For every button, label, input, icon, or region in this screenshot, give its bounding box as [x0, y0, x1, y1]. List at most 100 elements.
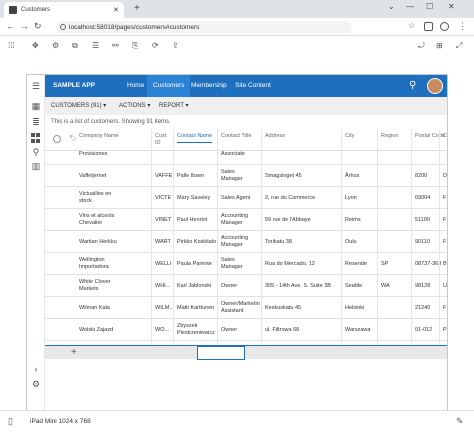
table-cell[interactable]: White Clover Markets — [79, 279, 110, 292]
table-row[interactable]: White Clover Markets WHI... Karl Jablonski O… — [45, 275, 447, 297]
screenshot-icon[interactable]: ⊞ — [436, 41, 443, 50]
table-cell[interactable]: Accounting Manager — [221, 213, 248, 226]
search-icon[interactable]: ⚲ — [409, 80, 416, 91]
move-icon[interactable]: ✥ — [32, 41, 39, 50]
left-arrow-icon[interactable]: ‹ — [31, 364, 41, 374]
table-cell[interactable]: Resende — [345, 261, 367, 268]
url-input[interactable]: localhost:58018/pages/customers#customer… — [56, 21, 352, 33]
app-brand[interactable]: SAMPLE APP — [53, 82, 95, 89]
copy-icon[interactable]: ⎘ — [132, 41, 138, 51]
table-row[interactable]: Wilman Kala WILM... Matti Karttunen Owner/M… — [45, 297, 447, 319]
hamburger-menu-icon[interactable]: ☰ — [31, 81, 41, 91]
table-cell[interactable]: 21240 — [415, 305, 430, 312]
table-cell[interactable]: Provisiones — [79, 151, 107, 158]
new-tab-icon[interactable]: + — [134, 3, 140, 14]
list-view-icon[interactable]: ≣ — [31, 117, 41, 127]
star-icon[interactable]: ☆ — [408, 21, 415, 30]
table-cell[interactable]: Seattle — [345, 283, 362, 290]
map-pin-icon[interactable]: ⚲ — [31, 147, 41, 157]
column-header[interactable]: Contact Title — [221, 133, 252, 140]
table-cell[interactable]: 90110 — [415, 239, 430, 246]
table-cell[interactable]: Palle Ibsen — [177, 173, 204, 180]
column-header[interactable]: Contact Name — [177, 133, 213, 143]
table-cell[interactable]: U — [443, 283, 447, 290]
table-cell[interactable]: WO... — [155, 327, 169, 334]
table-cell[interactable]: SP — [381, 261, 388, 268]
chart-icon[interactable]: ▥ — [31, 161, 41, 171]
table-cell[interactable]: Paula Parente — [177, 261, 212, 268]
table-cell[interactable]: WELLI — [155, 261, 172, 268]
table-row[interactable]: Vaffeljernet VAFFE Palle Ibsen Sales Manager… — [45, 165, 447, 187]
table-cell[interactable]: Mary Saveley — [177, 195, 210, 202]
table-cell[interactable]: Victuailles en stock — [79, 191, 111, 204]
table-cell[interactable]: WART — [155, 239, 171, 246]
table-cell[interactable]: Wolski Zajazd — [79, 327, 113, 334]
table-cell[interactable]: 51100 — [415, 217, 430, 224]
table-cell[interactable]: WHI... — [155, 283, 170, 290]
table-cell[interactable]: 8200 — [415, 173, 427, 180]
customers-dropdown[interactable]: CUSTOMERS (91) ▾ — [51, 102, 106, 109]
upload-icon[interactable]: ⇪ — [172, 41, 179, 50]
table-cell[interactable]: F — [443, 195, 446, 202]
gear-icon[interactable]: ⚙ — [31, 379, 41, 389]
table-cell[interactable]: Paul Henriot — [177, 217, 207, 224]
chevron-down-icon[interactable]: ⌄ — [388, 2, 395, 11]
table-cell[interactable]: 305 - 14th Ave. S. Suite 3B — [265, 283, 331, 290]
table-cell[interactable]: Warszawa — [345, 327, 370, 334]
table-cell[interactable]: 69004 — [415, 195, 430, 202]
table-cell[interactable]: WILM... — [155, 305, 174, 312]
table-cell[interactable]: Wilman Kala — [79, 305, 110, 312]
reload-icon[interactable]: ↻ — [34, 21, 42, 32]
table-cell[interactable]: Sales Manager — [221, 169, 243, 182]
report-dropdown[interactable]: REPORT ▾ — [159, 102, 188, 109]
nav-site-content[interactable]: Site Content — [229, 75, 277, 97]
table-cell[interactable]: 98128 — [415, 283, 430, 290]
select-all-checkbox[interactable] — [53, 135, 61, 143]
column-header[interactable]: City — [345, 133, 354, 140]
table-cell[interactable]: 2, rue du Commerce — [265, 195, 315, 202]
forward-icon[interactable]: → — [20, 21, 29, 31]
settings-icon[interactable]: ⚙ — [52, 41, 59, 50]
kebab-menu-icon[interactable]: ⋮ — [446, 80, 447, 89]
avatar[interactable] — [427, 78, 443, 94]
back-icon[interactable]: ← — [6, 21, 15, 31]
layers-icon[interactable]: ⧉ — [72, 41, 78, 51]
nav-customers[interactable]: Customers — [147, 75, 191, 97]
actions-dropdown[interactable]: ACTIONS ▾ — [119, 102, 150, 109]
table-cell[interactable]: B — [443, 261, 447, 268]
minimize-icon[interactable]: — — [406, 2, 414, 11]
close-tab-icon[interactable]: ✕ — [113, 6, 119, 14]
table-cell[interactable]: P — [443, 327, 447, 334]
new-row[interactable]: + — [45, 345, 447, 360]
column-header[interactable]: Address — [265, 133, 285, 140]
table-cell[interactable]: VAFFE — [155, 173, 172, 180]
table-cell[interactable]: F — [443, 217, 446, 224]
table-cell[interactable]: Pirkko Koskitalo — [177, 239, 216, 246]
table-cell[interactable]: Keskuskatu 45 — [265, 305, 301, 312]
nav-membership[interactable]: Membership — [185, 75, 233, 97]
table-cell[interactable]: Torikatu 38 — [265, 239, 292, 246]
pen-icon[interactable]: ✎ — [456, 416, 464, 427]
table-cell[interactable]: Owner/Marketin Assistant — [221, 301, 260, 314]
browser-tab[interactable]: Customers ✕ — [4, 2, 124, 18]
column-header[interactable]: Company Name — [79, 133, 119, 140]
table-cell[interactable]: 08737-363 — [415, 261, 441, 268]
share-icon[interactable]: ⚯ — [112, 41, 119, 50]
table-cell[interactable]: Owner — [221, 283, 237, 290]
table-cell[interactable]: F — [443, 239, 446, 246]
column-header[interactable]: Region — [381, 133, 398, 140]
table-row[interactable]: Wolski Zajazd WO... Zbyszek Piestrzeniewicz… — [45, 319, 447, 341]
new-row-edit-cell[interactable] — [197, 346, 245, 360]
table-cell[interactable]: 01-012 — [415, 327, 432, 334]
column-header[interactable]: Postal Code — [415, 133, 445, 140]
column-header[interactable]: C — [443, 133, 447, 140]
apps-grid-icon[interactable]: ⁞⁞⁞ — [8, 41, 15, 50]
table-cell[interactable]: Wellington Importadora — [79, 257, 109, 270]
table-cell[interactable]: Århus — [345, 173, 359, 180]
column-header[interactable]: Cust ID — [155, 133, 166, 147]
close-window-icon[interactable]: ✕ — [448, 2, 455, 11]
table-cell[interactable]: Zbyszek Piestrzeniewicz — [177, 323, 215, 336]
rotate-icon[interactable]: ⤾ — [418, 41, 425, 51]
table-cell[interactable]: D — [443, 173, 447, 180]
table-cell[interactable]: Smagsloget 45 — [265, 173, 302, 180]
